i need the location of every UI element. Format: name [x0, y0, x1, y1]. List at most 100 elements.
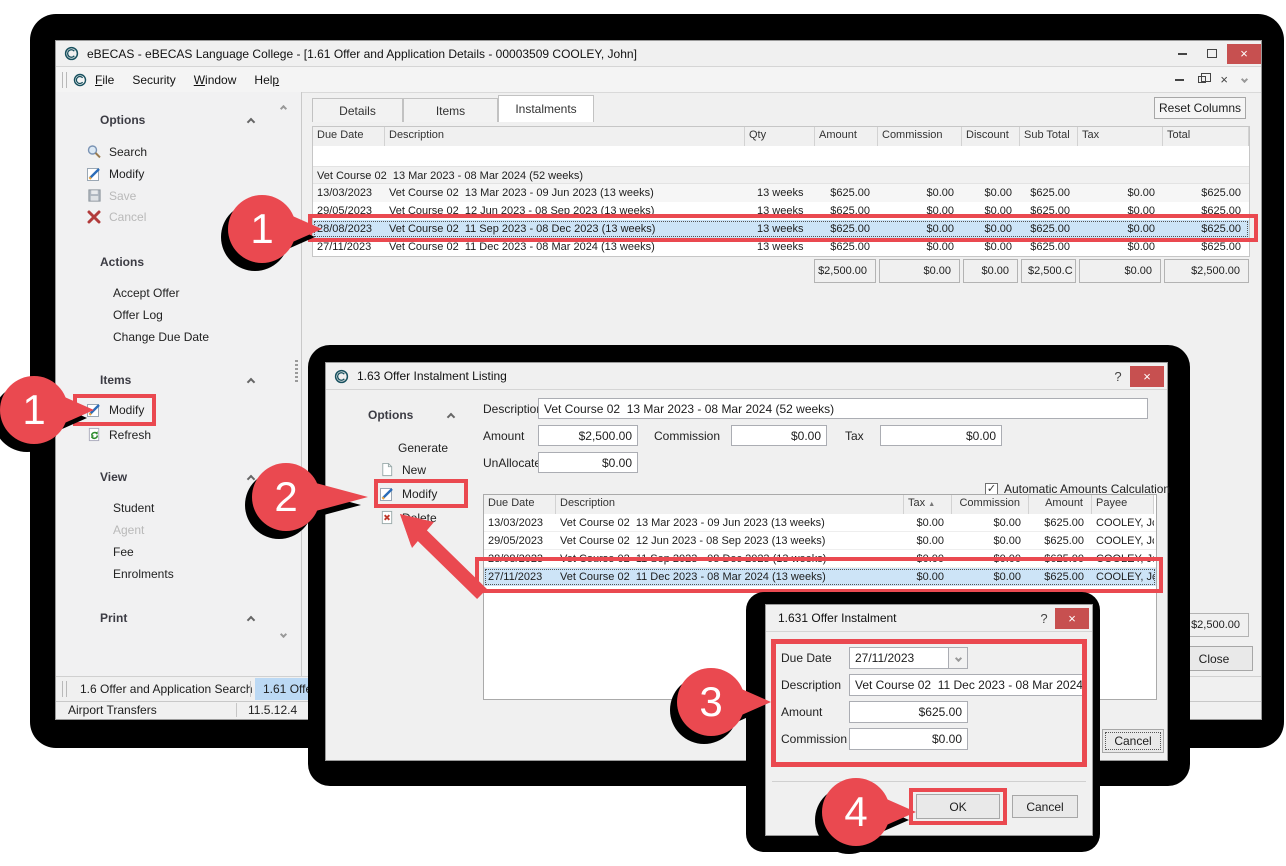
column-header-sorted[interactable]: Tax ▲	[904, 495, 952, 514]
column-header[interactable]: Due Date	[484, 495, 556, 514]
sidebar-header-view[interactable]: View	[100, 470, 127, 484]
table-row[interactable]: 28/08/2023Vet Course 02 11 Sep 2023 - 08…	[484, 550, 1156, 568]
group-row[interactable]: Vet Course 02 13 Mar 2023 - 08 Mar 2024 …	[313, 166, 1249, 184]
table-row[interactable]: 13/03/2023Vet Course 02 13 Mar 2023 - 09…	[484, 514, 1156, 532]
refresh-icon	[85, 427, 103, 442]
dialog63-item-new[interactable]: New	[378, 462, 426, 477]
commission-field[interactable]: $0.00	[731, 425, 827, 446]
due-date-field[interactable]: 27/11/2023	[849, 647, 949, 669]
sidebar-item-offer-log[interactable]: Offer Log	[113, 308, 163, 322]
tab-details[interactable]: Details	[312, 98, 403, 122]
menu-file[interactable]: File	[95, 73, 114, 87]
table-row-selected[interactable]: 27/11/2023Vet Course 02 11 Dec 2023 - 08…	[484, 568, 1156, 586]
splitter-grip[interactable]	[295, 360, 298, 382]
table-row[interactable]: 29/05/2023Vet Course 02 12 Jun 2023 - 08…	[313, 202, 1249, 220]
sidebar-header-items[interactable]: Items	[100, 373, 131, 387]
table-row[interactable]: 29/05/2023Vet Course 02 12 Jun 2023 - 08…	[484, 532, 1156, 550]
column-header[interactable]: Description	[556, 495, 904, 514]
sidebar-item-enrolments[interactable]: Enrolments	[113, 567, 174, 581]
dialog631-title: 1.631 Offer Instalment	[778, 611, 897, 625]
sidebar-item-refresh[interactable]: Refresh	[85, 427, 151, 442]
amount-field[interactable]: $625.00	[849, 701, 968, 723]
commission-label: Commission	[654, 429, 720, 443]
search-icon	[85, 144, 103, 160]
maximize-button[interactable]	[1197, 44, 1227, 64]
description-field[interactable]: Vet Course 02 13 Mar 2023 - 08 Mar 2024 …	[538, 398, 1148, 419]
minimize-button[interactable]	[1167, 44, 1197, 64]
mdi-tab-search[interactable]: 1.6 Offer and Application Search	[72, 678, 261, 700]
column-header[interactable]: Discount	[962, 127, 1020, 146]
sidebar-item-fee[interactable]: Fee	[113, 545, 134, 559]
dialog63-close-button[interactable]: ×	[1130, 366, 1164, 387]
tab-items[interactable]: Items	[403, 98, 498, 122]
help-button[interactable]: ?	[1106, 366, 1130, 386]
dialog-table-header-row: Due Date Description Tax ▲ Commission Am…	[484, 495, 1156, 514]
amount-field[interactable]: $2,500.00	[538, 425, 638, 446]
dialog63-options-header[interactable]: Options	[368, 408, 413, 422]
close-icon: ×	[1068, 611, 1076, 626]
app-icon	[334, 369, 349, 384]
column-header[interactable]: Amount	[1029, 495, 1092, 514]
unallocated-field[interactable]: $0.00	[538, 452, 638, 473]
commission-field[interactable]: $0.00	[849, 728, 968, 750]
annotation-balloon-1-modify: 1	[0, 376, 68, 444]
menu-help[interactable]: Help	[254, 73, 279, 87]
sidebar-item-cancel[interactable]: Cancel	[85, 210, 146, 224]
app-icon-small	[73, 73, 87, 87]
menu-security[interactable]: Security	[132, 73, 175, 87]
dialog63-cancel-button[interactable]: Cancel	[1102, 729, 1164, 753]
dialog63-title: 1.63 Offer Instalment Listing	[357, 369, 507, 383]
menu-window[interactable]: Window	[194, 73, 237, 87]
instalments-table: Due Date Description Qty Amount Commissi…	[312, 126, 1250, 257]
column-header[interactable]: Sub Total	[1020, 127, 1078, 146]
column-header[interactable]: Commission	[952, 495, 1029, 514]
table-row[interactable]: 13/03/2023Vet Course 02 13 Mar 2023 - 09…	[313, 184, 1249, 202]
form-grand-total: $2,500.00	[1183, 613, 1249, 637]
dialog63-item-modify[interactable]: Modify	[378, 486, 437, 502]
sidebar-item-search[interactable]: Search	[85, 144, 147, 160]
column-header[interactable]: Commission	[878, 127, 962, 146]
dialog63-item-generate[interactable]: Generate	[398, 441, 448, 455]
help-button[interactable]: ?	[1033, 608, 1055, 628]
annotation-balloon-2: 2	[252, 463, 320, 531]
mdi-close-icon[interactable]: ×	[1220, 72, 1228, 87]
dialog63-item-delete[interactable]: Delete	[378, 510, 437, 525]
column-header[interactable]: Total	[1163, 127, 1249, 146]
sidebar-header-print[interactable]: Print	[100, 611, 127, 625]
table-row[interactable]: 27/11/2023Vet Course 02 11 Dec 2023 - 08…	[313, 238, 1249, 256]
column-header[interactable]: Amount	[815, 127, 878, 146]
tax-label: Tax	[845, 429, 864, 443]
sidebar-splitter[interactable]	[301, 92, 302, 676]
column-header[interactable]: Description	[385, 127, 745, 146]
due-date-dropdown-button[interactable]	[948, 647, 968, 669]
sidebar-header-options[interactable]: Options	[100, 113, 145, 127]
sidebar-item-agent[interactable]: Agent	[113, 523, 144, 537]
reset-columns-button[interactable]: Reset Columns	[1154, 97, 1246, 119]
column-header[interactable]: Qty	[745, 127, 815, 146]
tax-field[interactable]: $0.00	[880, 425, 1002, 446]
mdi-restore-icon[interactable]	[1198, 76, 1206, 83]
sidebar-header-actions[interactable]: Actions	[100, 255, 144, 269]
ok-button[interactable]: OK	[916, 794, 1000, 819]
column-header[interactable]: Due Date	[313, 127, 385, 146]
sidebar-item-student[interactable]: Student	[113, 501, 154, 515]
modify-icon	[85, 166, 103, 182]
mdi-menu-chevron-icon[interactable]	[1241, 76, 1248, 83]
chevron-down-icon	[954, 654, 961, 661]
column-header[interactable]: Payee	[1092, 495, 1154, 514]
cancel-x-icon	[85, 210, 103, 224]
cancel-button[interactable]: Cancel	[1012, 795, 1078, 818]
sidebar-item-modify[interactable]: Modify	[85, 166, 144, 182]
annotation-balloon-1-row: 1	[228, 195, 296, 263]
dialog631-close-button[interactable]: ×	[1055, 608, 1089, 629]
total-amount: $2,500.00	[814, 259, 876, 283]
column-header[interactable]: Tax	[1078, 127, 1163, 146]
table-row-selected[interactable]: 28/08/2023Vet Course 02 11 Sep 2023 - 08…	[313, 220, 1249, 238]
tab-instalments[interactable]: Instalments	[498, 95, 594, 122]
mdi-minimize-icon[interactable]	[1175, 79, 1184, 81]
sidebar-item-accept-offer[interactable]: Accept Offer	[113, 286, 179, 300]
sidebar-item-change-due-date[interactable]: Change Due Date	[113, 330, 209, 344]
sidebar-item-save[interactable]: Save	[85, 188, 136, 203]
close-button[interactable]: ×	[1227, 44, 1261, 64]
description-field[interactable]: Vet Course 02 11 Dec 2023 - 08 Mar 2024 …	[849, 674, 1087, 696]
